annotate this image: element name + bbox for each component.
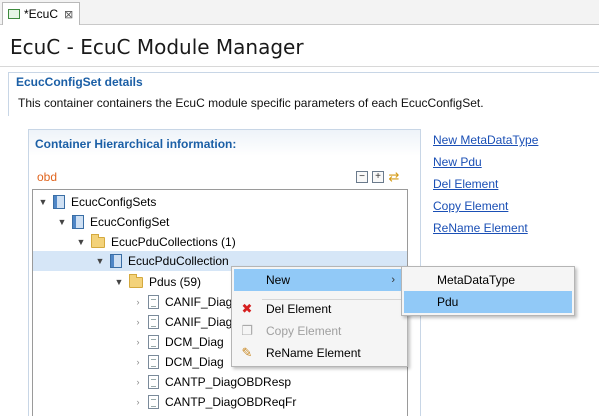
del-element-link[interactable]: Del Element	[433, 177, 498, 191]
editor-file-icon	[8, 9, 20, 19]
expand-arrow-icon[interactable]: ▼	[37, 197, 49, 207]
menu-item-label: Del Element	[266, 302, 332, 316]
tab-label: *EcuC	[24, 7, 59, 21]
expand-all-icon[interactable]: +	[372, 171, 384, 183]
menu-item-copy-element: ❐ Copy Element	[234, 320, 405, 342]
new-metadatatype-link[interactable]: New MetaDataType	[433, 133, 538, 147]
folder-icon	[129, 273, 143, 288]
tree-node-pdus[interactable]: ▼ Pdus (59)	[113, 272, 201, 292]
link-sync-icon[interactable]: ⇄	[388, 170, 400, 183]
config-icon	[110, 254, 122, 268]
collapsed-arrow-icon[interactable]: ›	[132, 297, 144, 307]
delete-icon: ✖	[241, 301, 253, 316]
tree-node-pdu[interactable]: › CANTP_DiagOBDReqFr	[132, 392, 296, 412]
document-icon	[148, 375, 159, 389]
collapsed-arrow-icon[interactable]: ›	[132, 337, 144, 347]
collapsed-arrow-icon[interactable]: ›	[132, 397, 144, 407]
tree-node-ecucconfigset[interactable]: ▼ EcucConfigSet	[56, 212, 169, 232]
expand-arrow-icon[interactable]: ▼	[113, 277, 125, 287]
tree-node-pdu[interactable]: › CANIF_Diag	[132, 292, 232, 312]
config-icon	[53, 195, 65, 209]
tree-node-label: CANIF_Diag	[165, 315, 233, 329]
tree-node-pdu[interactable]: › CANIF_Diag	[132, 312, 232, 332]
pencil-icon: ✎	[241, 345, 253, 360]
document-icon	[148, 315, 159, 329]
collapsed-arrow-icon[interactable]: ›	[132, 357, 144, 367]
submenu-item-pdu[interactable]: Pdu	[404, 291, 572, 313]
page-title: EcuC - EcuC Module Manager	[10, 35, 304, 59]
menu-item-label: Pdu	[437, 295, 459, 309]
new-pdu-link[interactable]: New Pdu	[433, 155, 482, 169]
document-icon	[148, 355, 159, 369]
tree-node-label: EcucConfigSets	[71, 195, 157, 209]
copy-icon: ❐	[241, 323, 253, 338]
expand-arrow-icon[interactable]: ▼	[94, 256, 106, 266]
container-group-title[interactable]: Container Hierarchical information:	[35, 137, 236, 151]
tree-node-label: DCM_Diag	[165, 355, 224, 369]
tree-node-label: CANIF_Diag	[165, 295, 233, 309]
tree-node-pdu[interactable]: › DCM_Diag	[132, 352, 224, 372]
document-icon	[148, 395, 159, 409]
document-icon	[148, 295, 159, 309]
section-title[interactable]: EcucConfigSet details	[16, 75, 143, 89]
menu-item-del-element[interactable]: ✖ Del Element	[234, 298, 405, 320]
close-icon[interactable]: ⊠	[64, 8, 73, 21]
editor-tab-strip: *EcuC ⊠	[0, 0, 599, 25]
menu-item-label: Copy Element	[266, 324, 342, 338]
menu-item-new[interactable]: New ›	[234, 269, 405, 291]
folder-icon	[91, 233, 105, 248]
tree-filter-label: obd	[37, 170, 58, 184]
tree-node-ecucconfigsets[interactable]: ▼ EcucConfigSets	[37, 192, 156, 212]
tab-ecuc[interactable]: *EcuC ⊠	[2, 2, 80, 25]
tree-node-label: EcucConfigSet	[90, 215, 170, 229]
tree-toolbar: − + ⇄	[356, 170, 400, 183]
document-icon	[148, 335, 159, 349]
tree-node-label: CANTP_DiagOBDResp	[165, 375, 292, 389]
menu-item-label: New	[266, 273, 291, 287]
expand-arrow-icon[interactable]: ▼	[56, 217, 68, 227]
copy-element-link[interactable]: Copy Element	[433, 199, 508, 213]
section-description: This container containers the EcuC modul…	[18, 96, 484, 110]
tree-node-ecucpducollections[interactable]: ▼ EcucPduCollections (1)	[75, 232, 236, 252]
menu-item-label: ReName Element	[266, 346, 361, 360]
rename-element-link[interactable]: ReName Element	[433, 221, 528, 235]
menu-item-label: MetaDataType	[437, 273, 516, 287]
tree-node-pdu[interactable]: › CANTP_DiagOBDResp	[132, 372, 291, 392]
collapsed-arrow-icon[interactable]: ›	[132, 317, 144, 327]
submenu-arrow-icon: ›	[391, 274, 395, 286]
tree-node-label: EcucPduCollection	[128, 254, 229, 268]
tree-node-label: EcucPduCollections (1)	[111, 235, 236, 249]
expand-arrow-icon[interactable]: ▼	[75, 237, 87, 247]
new-submenu: MetaDataType Pdu	[401, 266, 575, 316]
tree-node-label: Pdus (59)	[149, 275, 202, 289]
title-divider	[0, 66, 599, 67]
collapse-all-icon[interactable]: −	[356, 171, 368, 183]
tree-node-label: DCM_Diag	[165, 335, 224, 349]
menu-item-rename-element[interactable]: ✎ ReName Element	[234, 342, 405, 364]
config-icon	[72, 215, 84, 229]
collapsed-arrow-icon[interactable]: ›	[132, 377, 144, 387]
tree-node-pdu[interactable]: › DCM_Diag	[132, 332, 224, 352]
tree-node-label: CANTP_DiagOBDReqFr	[165, 395, 297, 409]
submenu-item-metadatatype[interactable]: MetaDataType	[404, 269, 572, 291]
context-menu: New › ✖ Del Element ❐ Copy Element ✎ ReN…	[231, 266, 408, 367]
